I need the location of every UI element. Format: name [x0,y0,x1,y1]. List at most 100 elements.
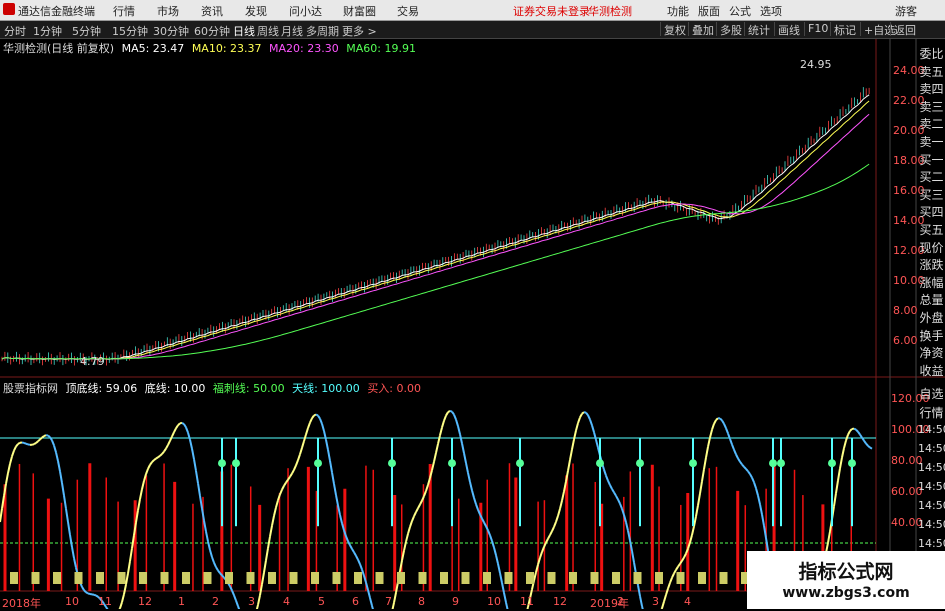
bottom-signal-block [655,572,663,584]
oscillator-segment [454,415,456,420]
side-panel-item[interactable]: 卖二 [918,115,945,132]
oscillator-segment [48,435,50,437]
oscillator-segment [620,504,622,509]
menu-caifuquan[interactable]: 财富圈 [343,3,376,19]
indicator-buy-signal: 买入: 0.00 [367,382,421,395]
oscillator-segment [258,595,260,605]
multi-stock-button[interactable]: 多股 [716,22,745,36]
side-panel-lower-item[interactable]: 14:50 [918,499,945,512]
adjust-button[interactable]: 复权 [660,22,689,36]
side-panel-lower-item[interactable]: 行情 [918,404,945,421]
oscillator-segment [758,496,760,505]
oscillator-segment [354,552,356,556]
f10-button[interactable]: F10 [804,22,831,36]
side-panel-item[interactable]: 买四 [918,203,945,220]
period-60min[interactable]: 60分钟 [194,23,230,39]
side-panel-item[interactable]: 买三 [918,186,945,203]
menu-banmian[interactable]: 版面 [698,3,720,19]
menu-faxian[interactable]: 发现 [245,3,267,19]
x-axis-label: 2 [212,595,219,608]
side-panel-lower-item[interactable]: 14:50 [918,480,945,493]
menu-hangqing[interactable]: 行情 [113,3,135,19]
side-panel-item[interactable]: 涨跌 [918,256,945,273]
signal-dot-icon [828,459,836,467]
signal-dot-icon [516,459,524,467]
side-panel-lower-item[interactable]: 14:50 [918,423,945,436]
side-panel-lower-item[interactable]: 自选 [918,385,945,402]
period-multi[interactable]: 多周期 [306,23,339,39]
signal-dot-icon [388,459,396,467]
oscillator-segment [124,584,126,594]
oscillator-segment [682,558,684,561]
menu-zixun[interactable]: 资讯 [201,3,223,19]
bottom-signal-block [53,572,61,584]
oscillator-segment [434,453,436,462]
side-panel-item[interactable]: 净资 [918,344,945,361]
oscillator-segment [52,440,54,445]
side-panel-item[interactable]: 涨幅 [918,274,945,291]
ma60-line [2,164,869,359]
guest-button[interactable]: 游客 [895,3,917,19]
side-panel-lower-item[interactable]: 14:50 [918,518,945,531]
side-panel-item[interactable]: 卖一 [918,133,945,150]
period-fenshi[interactable]: 分时 [4,23,26,39]
menu-shichang[interactable]: 市场 [157,3,179,19]
overlay-button[interactable]: 叠加 [688,22,717,36]
oscillator-segment [370,598,372,606]
oscillator-segment [710,430,712,438]
menu-gongneng[interactable]: 功能 [667,3,689,19]
bottom-signal-block [612,572,620,584]
side-panel-lower-item[interactable]: 14:50 [918,537,945,550]
ma20-label: MA20: 23.30 [269,42,339,55]
oscillator-segment [638,585,640,596]
bottom-signal-block [677,572,685,584]
oscillator-segment [640,596,642,606]
indicator-legend-title[interactable]: 股票指标网 [3,382,58,395]
mark-button[interactable]: 标记 [830,22,859,36]
draw-line-button[interactable]: 画线 [774,22,803,36]
statistics-button[interactable]: 统计 [744,22,773,36]
menu-jiaoyi[interactable]: 交易 [397,3,419,19]
side-panel-item[interactable]: 卖五 [918,63,945,80]
back-button[interactable]: 返回 [890,22,919,36]
period-daily[interactable]: 日线 [233,23,255,39]
oscillator-segment [732,444,734,449]
side-panel-lower-item[interactable]: 14:50 [918,461,945,474]
period-more[interactable]: 更多 > [342,23,377,39]
oscillator-segment [36,441,38,443]
period-15min[interactable]: 15分钟 [112,23,148,39]
side-panel-item[interactable]: 总量 [918,291,945,308]
bottom-signal-block [569,572,577,584]
oscillator-segment [692,526,694,535]
period-monthly[interactable]: 月线 [281,23,303,39]
period-30min[interactable]: 30分钟 [153,23,189,39]
oscillator-segment [282,486,284,490]
watermark-url: www.zbgs3.com [747,585,945,601]
oscillator-segment [552,527,554,531]
side-panel-item[interactable]: 卖四 [918,80,945,97]
x-axis-label: 9 [452,595,459,608]
chart-area[interactable] [0,39,945,609]
oscillator-segment [262,572,264,584]
trade-login-warning[interactable]: 证券交易未登录 [513,3,590,19]
oscillator-segment [174,428,176,432]
bottom-signal-block [462,572,470,584]
side-panel-item[interactable]: 委比 [918,45,945,62]
menu-xuanxiang[interactable]: 选项 [760,3,782,19]
side-panel-item[interactable]: 外盘 [918,309,945,326]
period-weekly[interactable]: 周线 [257,23,279,39]
oscillator-segment [612,489,614,492]
oscillator-segment [756,488,758,495]
period-5min[interactable]: 5分钟 [72,23,101,39]
side-panel-item[interactable]: 卖三 [918,98,945,115]
side-panel-item[interactable]: 收益 [918,362,945,379]
side-panel-item[interactable]: 买二 [918,168,945,185]
side-panel-lower-item[interactable]: 14:50 [918,442,945,455]
side-panel-item[interactable]: 买五 [918,221,945,238]
side-panel-item[interactable]: 换手 [918,327,945,344]
menu-gongshi[interactable]: 公式 [729,3,751,19]
side-panel-item[interactable]: 现价 [918,239,945,256]
menu-wenxiaoda[interactable]: 问小达 [289,3,322,19]
period-1min[interactable]: 1分钟 [33,23,62,39]
side-panel-item[interactable]: 买一 [918,151,945,168]
